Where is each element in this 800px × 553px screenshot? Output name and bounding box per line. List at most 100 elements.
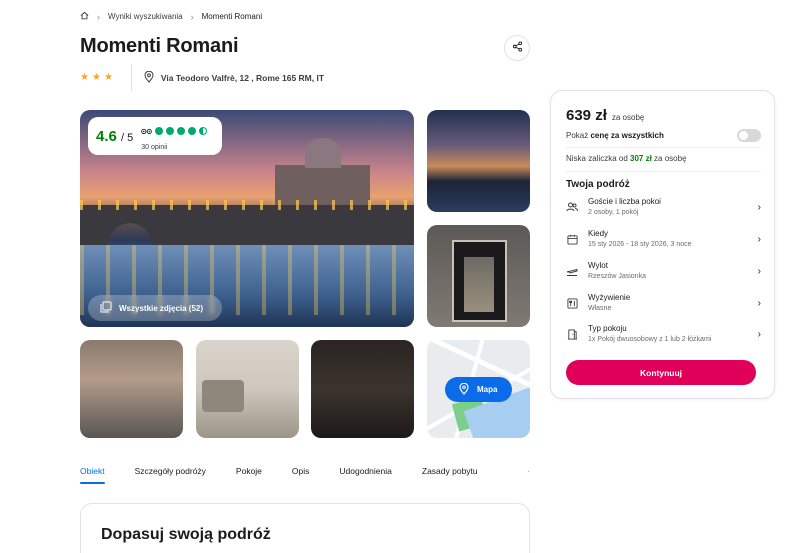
trip-row-label: Kiedy xyxy=(588,229,609,238)
review-count: 30 opinii xyxy=(141,143,168,151)
address-text: Via Teodoro Valfrè, 12 , Rome 165 RM, IT xyxy=(160,72,325,83)
rating-bubble-half xyxy=(199,126,208,135)
rating-bubble xyxy=(155,126,164,135)
hotel-meta: ★ ★ ★ Via Teodoro Valfrè, 12 , Rome 165 … xyxy=(80,64,324,91)
toggle-label-bold: cenę za wszystkich xyxy=(590,131,664,140)
photo-detail xyxy=(464,257,494,312)
gallery-photo[interactable] xyxy=(427,225,530,327)
continue-button[interactable]: Kontynuuj xyxy=(566,360,756,385)
trip-row-text: Typ pokoju 1x Pokój dwuosobowy z 1 lub 2… xyxy=(588,324,758,343)
gallery-photo[interactable] xyxy=(427,110,530,212)
price-unit: za osobę xyxy=(611,113,645,122)
hotel-address[interactable]: Via Teodoro Valfrè, 12 , Rome 165 RM, IT xyxy=(144,70,325,85)
star-icon: ★ xyxy=(91,72,101,83)
calendar-icon xyxy=(566,233,578,245)
breadcrumb-search-results[interactable]: Wyniki wyszukiwania xyxy=(108,12,183,21)
trip-row-value: 2 osoby, 1 pokój xyxy=(588,209,639,216)
tripadvisor-bubbles xyxy=(141,122,208,140)
photo-detail xyxy=(452,240,507,322)
trip-row-label: Goście i liczba pokoi xyxy=(588,197,661,206)
trip-row-room[interactable]: Typ pokoju 1x Pokój dwuosobowy z 1 lub 2… xyxy=(566,324,761,352)
trip-row-label: Wyżywienie xyxy=(588,293,631,302)
chevron-right-icon: › xyxy=(757,234,761,245)
trip-row-guests[interactable]: Goście i liczba pokoi 2 osoby, 1 pokój › xyxy=(566,197,761,225)
toggle-label: Pokaż cenę za wszystkich xyxy=(566,131,664,140)
deposit-info: Niska zaliczka od 307 zł za osobę xyxy=(566,154,687,163)
trip-row-value: Własne xyxy=(588,305,612,312)
hotel-stars: ★ ★ ★ xyxy=(80,72,131,83)
share-icon xyxy=(512,39,523,57)
trip-row-value: Rzeszów Jasionka xyxy=(588,273,646,280)
rating-scale: / 5 xyxy=(121,131,134,144)
tab-amenities[interactable]: Udogodnienia xyxy=(339,459,391,489)
location-pin-icon xyxy=(144,70,154,85)
trip-title: Twoja podróż xyxy=(566,179,630,190)
photo-detail xyxy=(80,200,414,210)
divider xyxy=(566,171,761,172)
deposit-suffix: za osobę xyxy=(651,154,687,163)
trip-row-value: 1x Pokój dwuosobowy z 1 lub 2 łóżkami xyxy=(588,336,712,343)
all-photos-label: Wszystkie zdjęcia (52) xyxy=(119,303,204,313)
trip-row-text: Wylot Rzeszów Jasionka xyxy=(588,261,758,280)
trip-row-label: Typ pokoju xyxy=(588,324,627,333)
chevron-right-icon: › xyxy=(757,202,761,213)
gallery-photo[interactable] xyxy=(80,340,183,438)
trip-row-label: Wylot xyxy=(588,261,608,270)
photo-detail xyxy=(202,380,244,412)
divider xyxy=(566,147,761,148)
all-photos-button[interactable]: Wszystkie zdjęcia (52) xyxy=(88,295,222,321)
gallery-photo[interactable] xyxy=(311,340,414,438)
star-icon: ★ xyxy=(80,72,89,83)
trip-row-text: Wyżywienie Własne xyxy=(588,293,758,312)
tab-rooms[interactable]: Pokoje xyxy=(236,459,262,489)
star-icon: ★ xyxy=(103,72,113,83)
guests-icon xyxy=(566,201,578,213)
tab-trip-details[interactable]: Szczegóły podróży xyxy=(135,459,206,489)
chevron-right-icon: › xyxy=(190,11,194,22)
adjust-trip-card: Dopasuj swoją podróż xyxy=(80,503,530,553)
photo-detail xyxy=(275,165,370,205)
trip-row-value: 15 sty 2026 - 18 sty 2026, 3 noce xyxy=(588,241,692,248)
trip-row-board[interactable]: Wyżywienie Własne › xyxy=(566,293,761,321)
deposit-prefix: Niska zaliczka od xyxy=(566,154,631,163)
booking-panel: 639 zł za osobę Pokaż cenę za wszystkich… xyxy=(550,90,775,399)
location-pin-icon xyxy=(459,382,469,397)
trip-row-text: Goście i liczba pokoi 2 osoby, 1 pokój xyxy=(588,197,758,216)
section-tabs: Obiekt Szczegóły podróży Pokoje Opis Udo… xyxy=(80,459,508,489)
total-price-toggle[interactable] xyxy=(737,129,761,142)
total-price-toggle-row: Pokaż cenę za wszystkich xyxy=(566,129,761,142)
tabs-overflow-indicator[interactable]: · xyxy=(527,467,530,476)
rating-bubble xyxy=(166,126,175,135)
share-button[interactable] xyxy=(504,35,530,61)
tripadvisor-rating: 30 opinii xyxy=(141,122,208,151)
rating-bubble xyxy=(177,126,186,135)
trip-row-dates[interactable]: Kiedy 15 sty 2026 - 18 sty 2026, 3 noce … xyxy=(566,229,761,257)
tab-rules[interactable]: Zasady pobytu xyxy=(422,459,478,489)
meal-icon xyxy=(566,297,578,309)
chevron-right-icon: › xyxy=(97,11,100,22)
map-label: Mapa xyxy=(477,385,498,394)
divider xyxy=(130,64,132,91)
hotel-title: Momenti Romani xyxy=(80,35,239,57)
rating-badge[interactable]: 4.6 / 5 30 opinii xyxy=(88,117,222,155)
toggle-label-prefix: Pokaż xyxy=(566,131,591,140)
breadcrumb-current: Momenti Romani xyxy=(201,12,263,21)
rating-value: 4.6 xyxy=(96,127,117,145)
room-icon xyxy=(566,328,578,340)
chevron-right-icon: › xyxy=(757,329,761,340)
tab-obiekt[interactable]: Obiekt xyxy=(80,459,105,489)
chevron-right-icon: › xyxy=(757,266,761,277)
trip-row-departure[interactable]: Wylot Rzeszów Jasionka › xyxy=(566,261,761,289)
breadcrumb: › Wyniki wyszukiwania › Momenti Romani xyxy=(80,11,262,22)
price-amount: 639 zł xyxy=(566,107,607,124)
home-icon[interactable] xyxy=(80,11,89,22)
price: 639 zł za osobę xyxy=(566,107,644,124)
chevron-right-icon: › xyxy=(757,298,761,309)
gallery-photo[interactable] xyxy=(196,340,299,438)
deposit-amount: 307 zł xyxy=(630,154,652,163)
map-button[interactable]: Mapa xyxy=(445,377,512,402)
rating-score: 4.6 / 5 xyxy=(96,128,133,145)
photo-detail xyxy=(305,138,341,168)
gallery-icon xyxy=(100,301,112,315)
tab-description[interactable]: Opis xyxy=(292,459,309,489)
